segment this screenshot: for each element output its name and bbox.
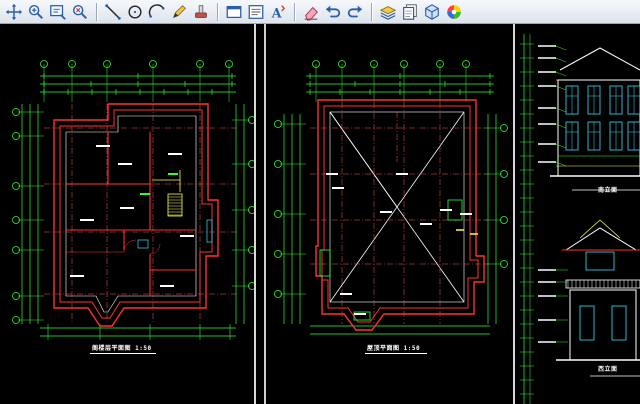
zoom-pan-button[interactable] [4, 2, 24, 22]
door-swing [149, 243, 161, 255]
roof-outline-outer [315, 99, 485, 331]
caption-roof-plan: 屋顶平面图 1:50 [367, 345, 421, 352]
toolbar-separator [294, 2, 295, 21]
outer-wall-left [53, 103, 219, 327]
toolbar-group [378, 0, 466, 24]
circle-icon [128, 4, 142, 19]
zoom-in-button[interactable] [26, 2, 46, 22]
floor-outline-left [65, 115, 197, 313]
toolbar-group [4, 0, 92, 24]
3d-box-icon [425, 3, 439, 20]
zoom-realtime-button[interactable] [70, 2, 90, 22]
elevation-window [611, 305, 627, 341]
sheets-icon [403, 3, 417, 20]
elevation-window [585, 251, 615, 271]
door-swing [123, 239, 137, 253]
undo-icon [325, 5, 341, 17]
sheets-button[interactable] [400, 2, 420, 22]
stamp-icon [195, 4, 207, 18]
circle-button[interactable] [125, 2, 145, 22]
zoom-realtime-icon [72, 4, 88, 19]
color-wheel-icon [447, 4, 461, 19]
toolbar-group: A [224, 0, 290, 24]
leader-line [555, 45, 567, 51]
elevation-window [579, 305, 595, 341]
line-button[interactable] [103, 2, 123, 22]
pencil-button[interactable] [169, 2, 189, 22]
roof-hip-line [329, 111, 398, 208]
eraser-icon [304, 6, 318, 21]
caption-west-elevation: 西立面 [598, 366, 618, 373]
line-icon [105, 3, 121, 20]
pencil-icon [172, 4, 186, 18]
caption-attic-plan: 阁楼层平面图 1:50 [92, 345, 152, 352]
zoom-window-button[interactable] [48, 2, 68, 22]
caption-underline-attic [90, 353, 156, 354]
sheet-border-left-inner [264, 24, 266, 404]
leader-line [555, 57, 567, 63]
rectangle-window-button[interactable] [224, 2, 244, 22]
elevation-roof [559, 47, 640, 71]
elevation-gable [579, 219, 621, 239]
leader-line [555, 71, 567, 77]
text-style-button[interactable]: A [268, 2, 288, 22]
undo-button[interactable] [323, 2, 343, 22]
redo-icon [347, 5, 363, 17]
svg-text:A: A [271, 5, 282, 20]
toolbar-separator [217, 2, 218, 21]
text-style-icon: A [271, 4, 286, 20]
inner-wall-left [59, 109, 213, 319]
sheet-border-left [254, 24, 256, 404]
toolbar-group [301, 0, 367, 24]
rectangle-window-icon [226, 5, 242, 18]
zoom-window-icon [50, 4, 66, 20]
elevation-roof [565, 227, 637, 251]
zoom-pan-icon [5, 3, 23, 20]
toolbar-group [103, 0, 213, 24]
drawing-canvas[interactable]: 阁楼层平面图 1:50 屋顶平面图 1:50 南立面 西立面 [0, 24, 640, 404]
arc-button[interactable] [147, 2, 167, 22]
toolbar-separator [371, 2, 372, 21]
elevation-balcony [565, 279, 640, 289]
eraser-button[interactable] [301, 2, 321, 22]
stamp-button[interactable] [191, 2, 211, 22]
redo-button[interactable] [345, 2, 365, 22]
cad-toolbar: A [0, 0, 640, 24]
roof-outline-inner [321, 105, 479, 323]
arc-icon [148, 3, 165, 18]
3d-box-button[interactable] [422, 2, 442, 22]
caption-south-elevation: 南立面 [598, 187, 618, 194]
window-symbol [206, 219, 213, 243]
text-box-button[interactable] [246, 2, 266, 22]
stair-outline [167, 193, 183, 217]
sheet-border-right [513, 24, 515, 404]
layers-icon [379, 5, 397, 20]
layers-button[interactable] [378, 2, 398, 22]
color-wheel-button[interactable] [444, 2, 464, 22]
zoom-in-icon [28, 4, 44, 19]
caption-underline-roof [365, 353, 427, 354]
text-box-icon [248, 4, 264, 19]
window-symbol [137, 239, 149, 249]
toolbar-separator [96, 2, 97, 21]
